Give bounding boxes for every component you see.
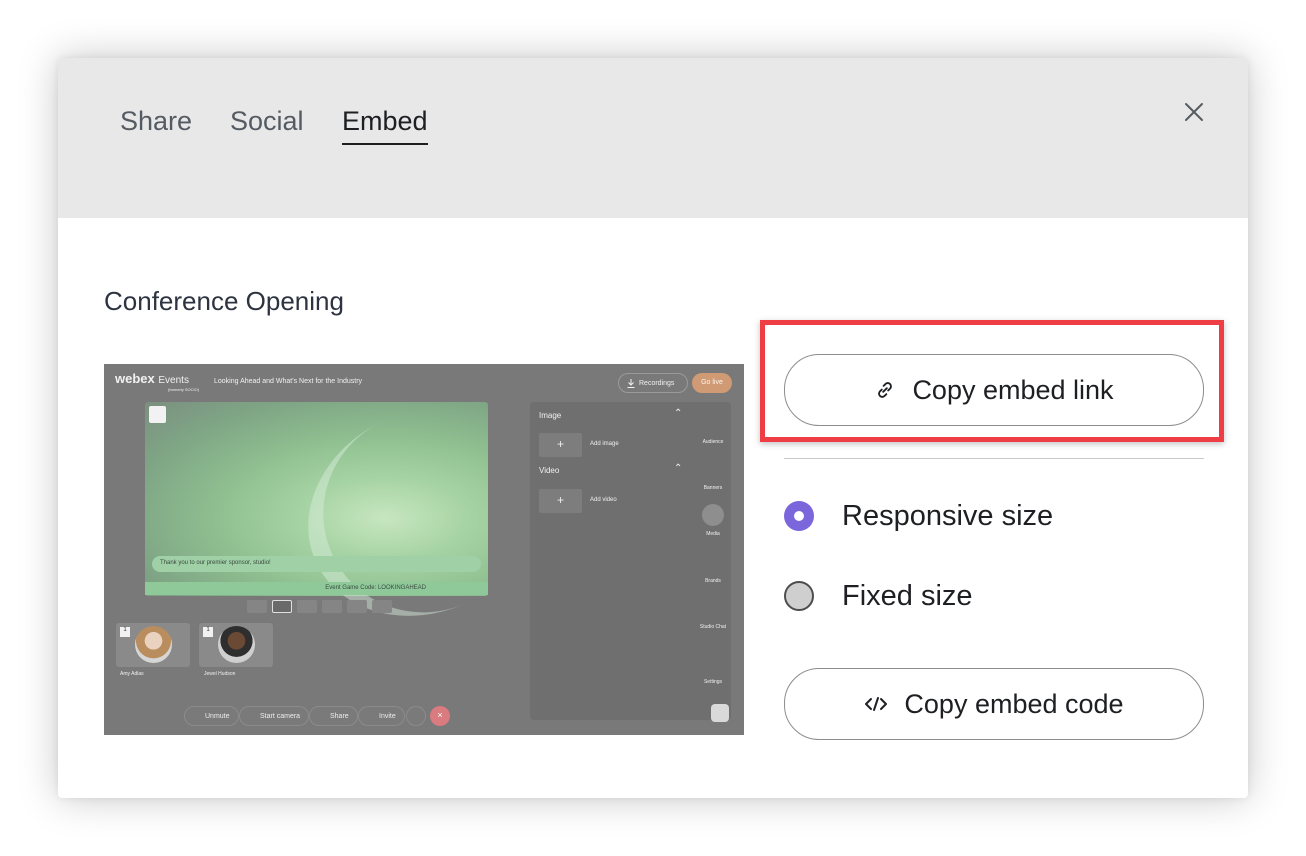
- modal-header: Share Social Embed: [58, 58, 1248, 218]
- participant-tile: 1: [199, 623, 273, 667]
- close-icon[interactable]: [1182, 100, 1206, 124]
- nav-media: Media: [706, 531, 720, 537]
- copy-embed-link-label: Copy embed link: [912, 374, 1114, 405]
- share-control: Share: [309, 706, 358, 726]
- reactions-icon: [406, 706, 426, 726]
- leave-icon: ×: [430, 706, 450, 726]
- sponsor-banner: Thank you to our premier sponsor, studio…: [152, 556, 481, 572]
- copy-embed-code-label: Copy embed code: [904, 688, 1124, 719]
- tab-embed[interactable]: Embed: [342, 106, 428, 145]
- nav-audience: Audience: [702, 439, 724, 445]
- link-icon: [878, 382, 893, 398]
- game-code-banner: Event Game Code: LOOKINGAHEAD: [145, 582, 488, 595]
- layout-option-selected: [272, 600, 292, 613]
- code-icon: [865, 697, 888, 711]
- nav-studio-chat: Studio Chat: [699, 624, 727, 630]
- avatar: [135, 626, 172, 663]
- participant-badge: 1: [203, 627, 213, 637]
- layout-option: [372, 600, 392, 613]
- tab-share[interactable]: Share: [120, 106, 192, 143]
- webex-logo: webex Events: [115, 371, 189, 386]
- avatar: [218, 626, 255, 663]
- media-panel: Image ⌃ + Add image Video ⌃ + Add video …: [530, 402, 731, 722]
- nav-settings: Settings: [703, 679, 723, 685]
- copy-embed-link-button[interactable]: Copy embed link: [784, 354, 1204, 426]
- add-image-tile: +: [539, 433, 582, 457]
- invite-control: Invite: [358, 706, 405, 726]
- add-video-tile: +: [539, 489, 582, 513]
- nav-brands: Brands: [705, 578, 721, 584]
- participant-name: Jewel Hudson: [204, 671, 236, 677]
- brand-subtitle: (formerly SOCIO): [168, 387, 200, 392]
- download-icon: [627, 379, 635, 388]
- embed-modal: Share Social Embed Conference Opening we…: [58, 58, 1248, 798]
- nav-banners: Banners: [703, 485, 723, 491]
- go-live-button: Go live: [692, 373, 732, 393]
- divider: [784, 458, 1204, 459]
- event-preview-thumbnail: webex Events (formerly SOCIO) Looking Ah…: [104, 364, 744, 735]
- participant-badge: 1: [120, 627, 130, 637]
- participant-tile: 1: [116, 623, 190, 667]
- unmute-control: Unmute: [184, 706, 239, 726]
- fixed-size-label: Fixed size: [842, 579, 973, 612]
- preview-event-name: Looking Ahead and What's Next for the In…: [214, 378, 363, 385]
- panel-image-label: Image: [539, 411, 562, 420]
- layout-option: [322, 600, 342, 613]
- radio-unselected[interactable]: [784, 581, 814, 611]
- layout-option: [297, 600, 317, 613]
- responsive-size-label: Responsive size: [842, 499, 1054, 532]
- event-title: Conference Opening: [104, 286, 344, 316]
- recordings-button: Recordings: [618, 373, 688, 393]
- chevron-up-icon: ⌃: [674, 463, 683, 474]
- sponsor-logo: [149, 406, 166, 423]
- layout-option: [247, 600, 267, 613]
- chevron-up-icon: ⌃: [674, 408, 683, 419]
- fixed-size-option[interactable]: Fixed size: [784, 578, 973, 614]
- layout-option: [347, 600, 367, 613]
- responsive-size-option[interactable]: Responsive size: [784, 498, 1053, 534]
- copy-embed-code-button[interactable]: Copy embed code: [784, 668, 1204, 740]
- tab-social[interactable]: Social: [230, 106, 304, 143]
- start-camera-control: Start camera: [239, 706, 310, 726]
- radio-selected[interactable]: [784, 501, 814, 531]
- add-video-label: Add video: [590, 497, 617, 503]
- add-image-label: Add image: [590, 441, 619, 447]
- nav-media-active: [702, 504, 724, 526]
- chat-icon: [711, 704, 729, 722]
- panel-video-label: Video: [539, 466, 560, 475]
- participant-name: Amy Adlas: [120, 671, 144, 677]
